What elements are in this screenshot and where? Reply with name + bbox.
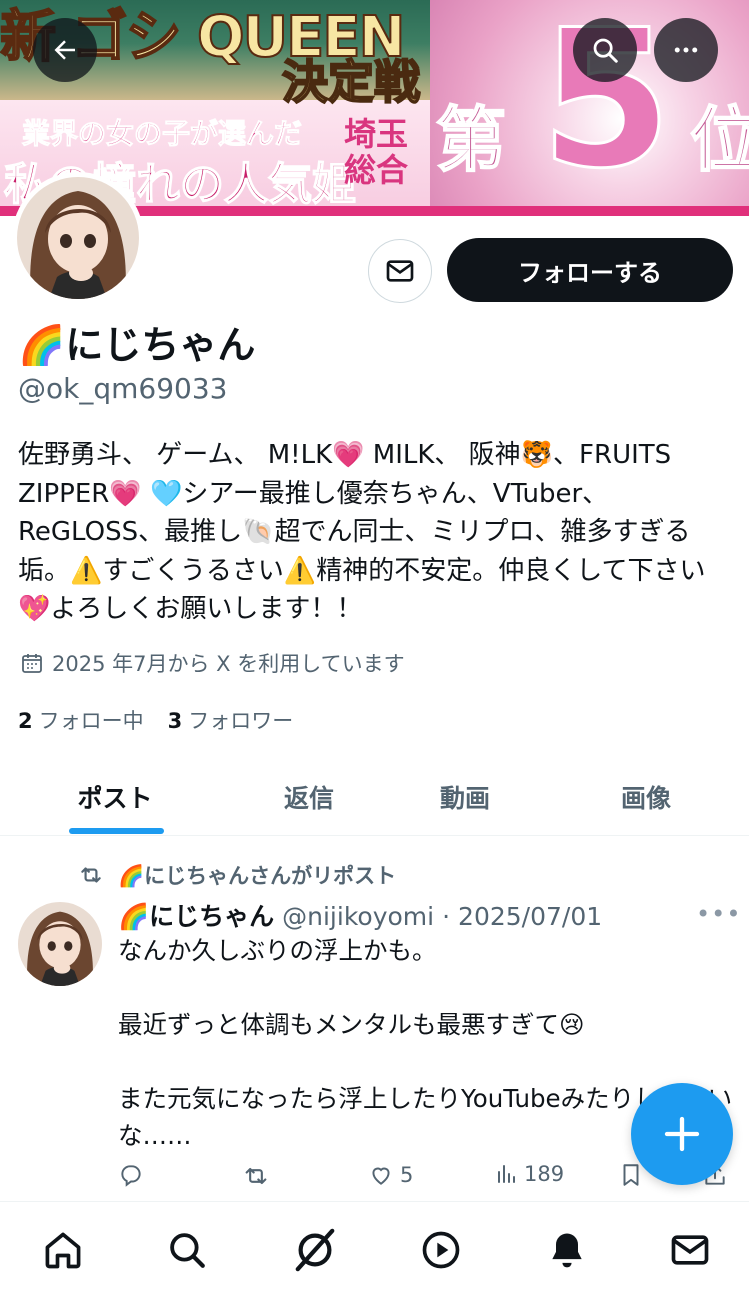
- post-more-button[interactable]: •••: [696, 900, 741, 928]
- heart-icon: [372, 1167, 390, 1185]
- nav-notifications[interactable]: [543, 1226, 591, 1274]
- post-separator: ·: [442, 902, 451, 931]
- mail-icon: [386, 260, 414, 282]
- nav-home[interactable]: [39, 1226, 87, 1274]
- following-label: フォロー中: [38, 709, 144, 733]
- post-author-avatar[interactable]: [18, 902, 102, 986]
- avatar-image: [18, 902, 102, 986]
- repost-context[interactable]: 🌈にじちゃんさんがリポスト: [78, 860, 396, 890]
- post-author-name[interactable]: 🌈にじちゃん: [118, 897, 274, 933]
- repost-icon: [81, 867, 101, 883]
- banner-text-line5: 埼玉総合: [343, 115, 408, 189]
- post-actions: 5 189: [118, 1162, 728, 1202]
- grok-icon: [295, 1228, 335, 1272]
- banner-text-line3: 業界の女の子が選んだ: [21, 117, 303, 151]
- like-button[interactable]: 5: [368, 1162, 413, 1188]
- mail-icon: [671, 1235, 709, 1265]
- search-icon: [170, 1233, 205, 1268]
- repost-icon: [245, 1167, 267, 1185]
- more-button[interactable]: [654, 18, 718, 82]
- play-icon: [422, 1231, 460, 1269]
- back-button[interactable]: [33, 18, 97, 82]
- views-button[interactable]: 189: [494, 1162, 564, 1186]
- profile-avatar[interactable]: [12, 172, 144, 304]
- joined-text: 2025 年7月から X を利用しています: [52, 652, 405, 676]
- view-count: 189: [524, 1162, 565, 1186]
- bookmark-button[interactable]: [618, 1162, 644, 1188]
- followers-count: 3: [167, 709, 183, 733]
- banner-rank-suffix: 位: [689, 98, 749, 182]
- post-author-handle[interactable]: @nijikoyomi: [282, 902, 434, 931]
- following-link[interactable]: 2 フォロー中: [18, 705, 144, 735]
- like-count: 5: [400, 1163, 414, 1187]
- more-icon: [674, 47, 698, 53]
- tab-videos[interactable]: 動画: [390, 758, 540, 836]
- reply-icon: [121, 1165, 141, 1187]
- joined-date: 2025 年7月から X を利用しています: [20, 648, 405, 678]
- post-header: 🌈にじちゃん @nijikoyomi · 2025/07/01: [118, 897, 602, 933]
- plus-icon: [664, 1116, 700, 1152]
- views-icon: [498, 1165, 515, 1183]
- tab-posts[interactable]: ポスト: [40, 758, 190, 836]
- bookmark-icon: [623, 1164, 639, 1186]
- bottom-navigation: [0, 1201, 749, 1299]
- avatar-image: [17, 177, 139, 299]
- reply-button[interactable]: [118, 1162, 150, 1188]
- home-icon: [45, 1232, 81, 1269]
- followers-label: フォロワー: [188, 709, 294, 733]
- nav-messages[interactable]: [666, 1226, 714, 1274]
- repost-label: 🌈にじちゃんさんがリポスト: [118, 864, 397, 888]
- banner-text-line2: 決定戦: [281, 54, 421, 110]
- following-count: 2: [18, 709, 33, 733]
- calendar-icon: [22, 654, 42, 673]
- profile-bio: 佐野勇斗、 ゲーム、 M!LK💗 MILK、 阪神🐯、FRUITS ZIPPER…: [18, 440, 706, 624]
- repost-button[interactable]: [242, 1162, 276, 1190]
- nav-grok[interactable]: [291, 1226, 339, 1274]
- banner-rank-prefix: 第: [435, 98, 507, 182]
- tab-replies[interactable]: 返信: [234, 758, 384, 836]
- nav-video[interactable]: [417, 1226, 465, 1274]
- active-tab-indicator: [69, 828, 164, 834]
- search-button[interactable]: [573, 18, 637, 82]
- tab-images[interactable]: 画像: [571, 758, 721, 836]
- bell-icon: [552, 1233, 582, 1268]
- message-button[interactable]: [368, 239, 432, 303]
- nav-explore[interactable]: [163, 1226, 211, 1274]
- follow-button[interactable]: フォローする: [447, 238, 733, 302]
- profile-tabs: ポスト 返信 動画 画像: [0, 758, 749, 836]
- compose-button[interactable]: [631, 1083, 733, 1185]
- follow-counts: 2 フォロー中 3 フォロワー: [18, 705, 293, 735]
- profile-handle: @ok_qm69033: [18, 372, 228, 405]
- arrow-left-icon: [54, 40, 75, 60]
- post-date[interactable]: 2025/07/01: [458, 902, 602, 931]
- followers-link[interactable]: 3 フォロワー: [168, 705, 294, 735]
- display-name: 🌈にじちゃん: [18, 323, 256, 367]
- search-icon: [593, 38, 618, 63]
